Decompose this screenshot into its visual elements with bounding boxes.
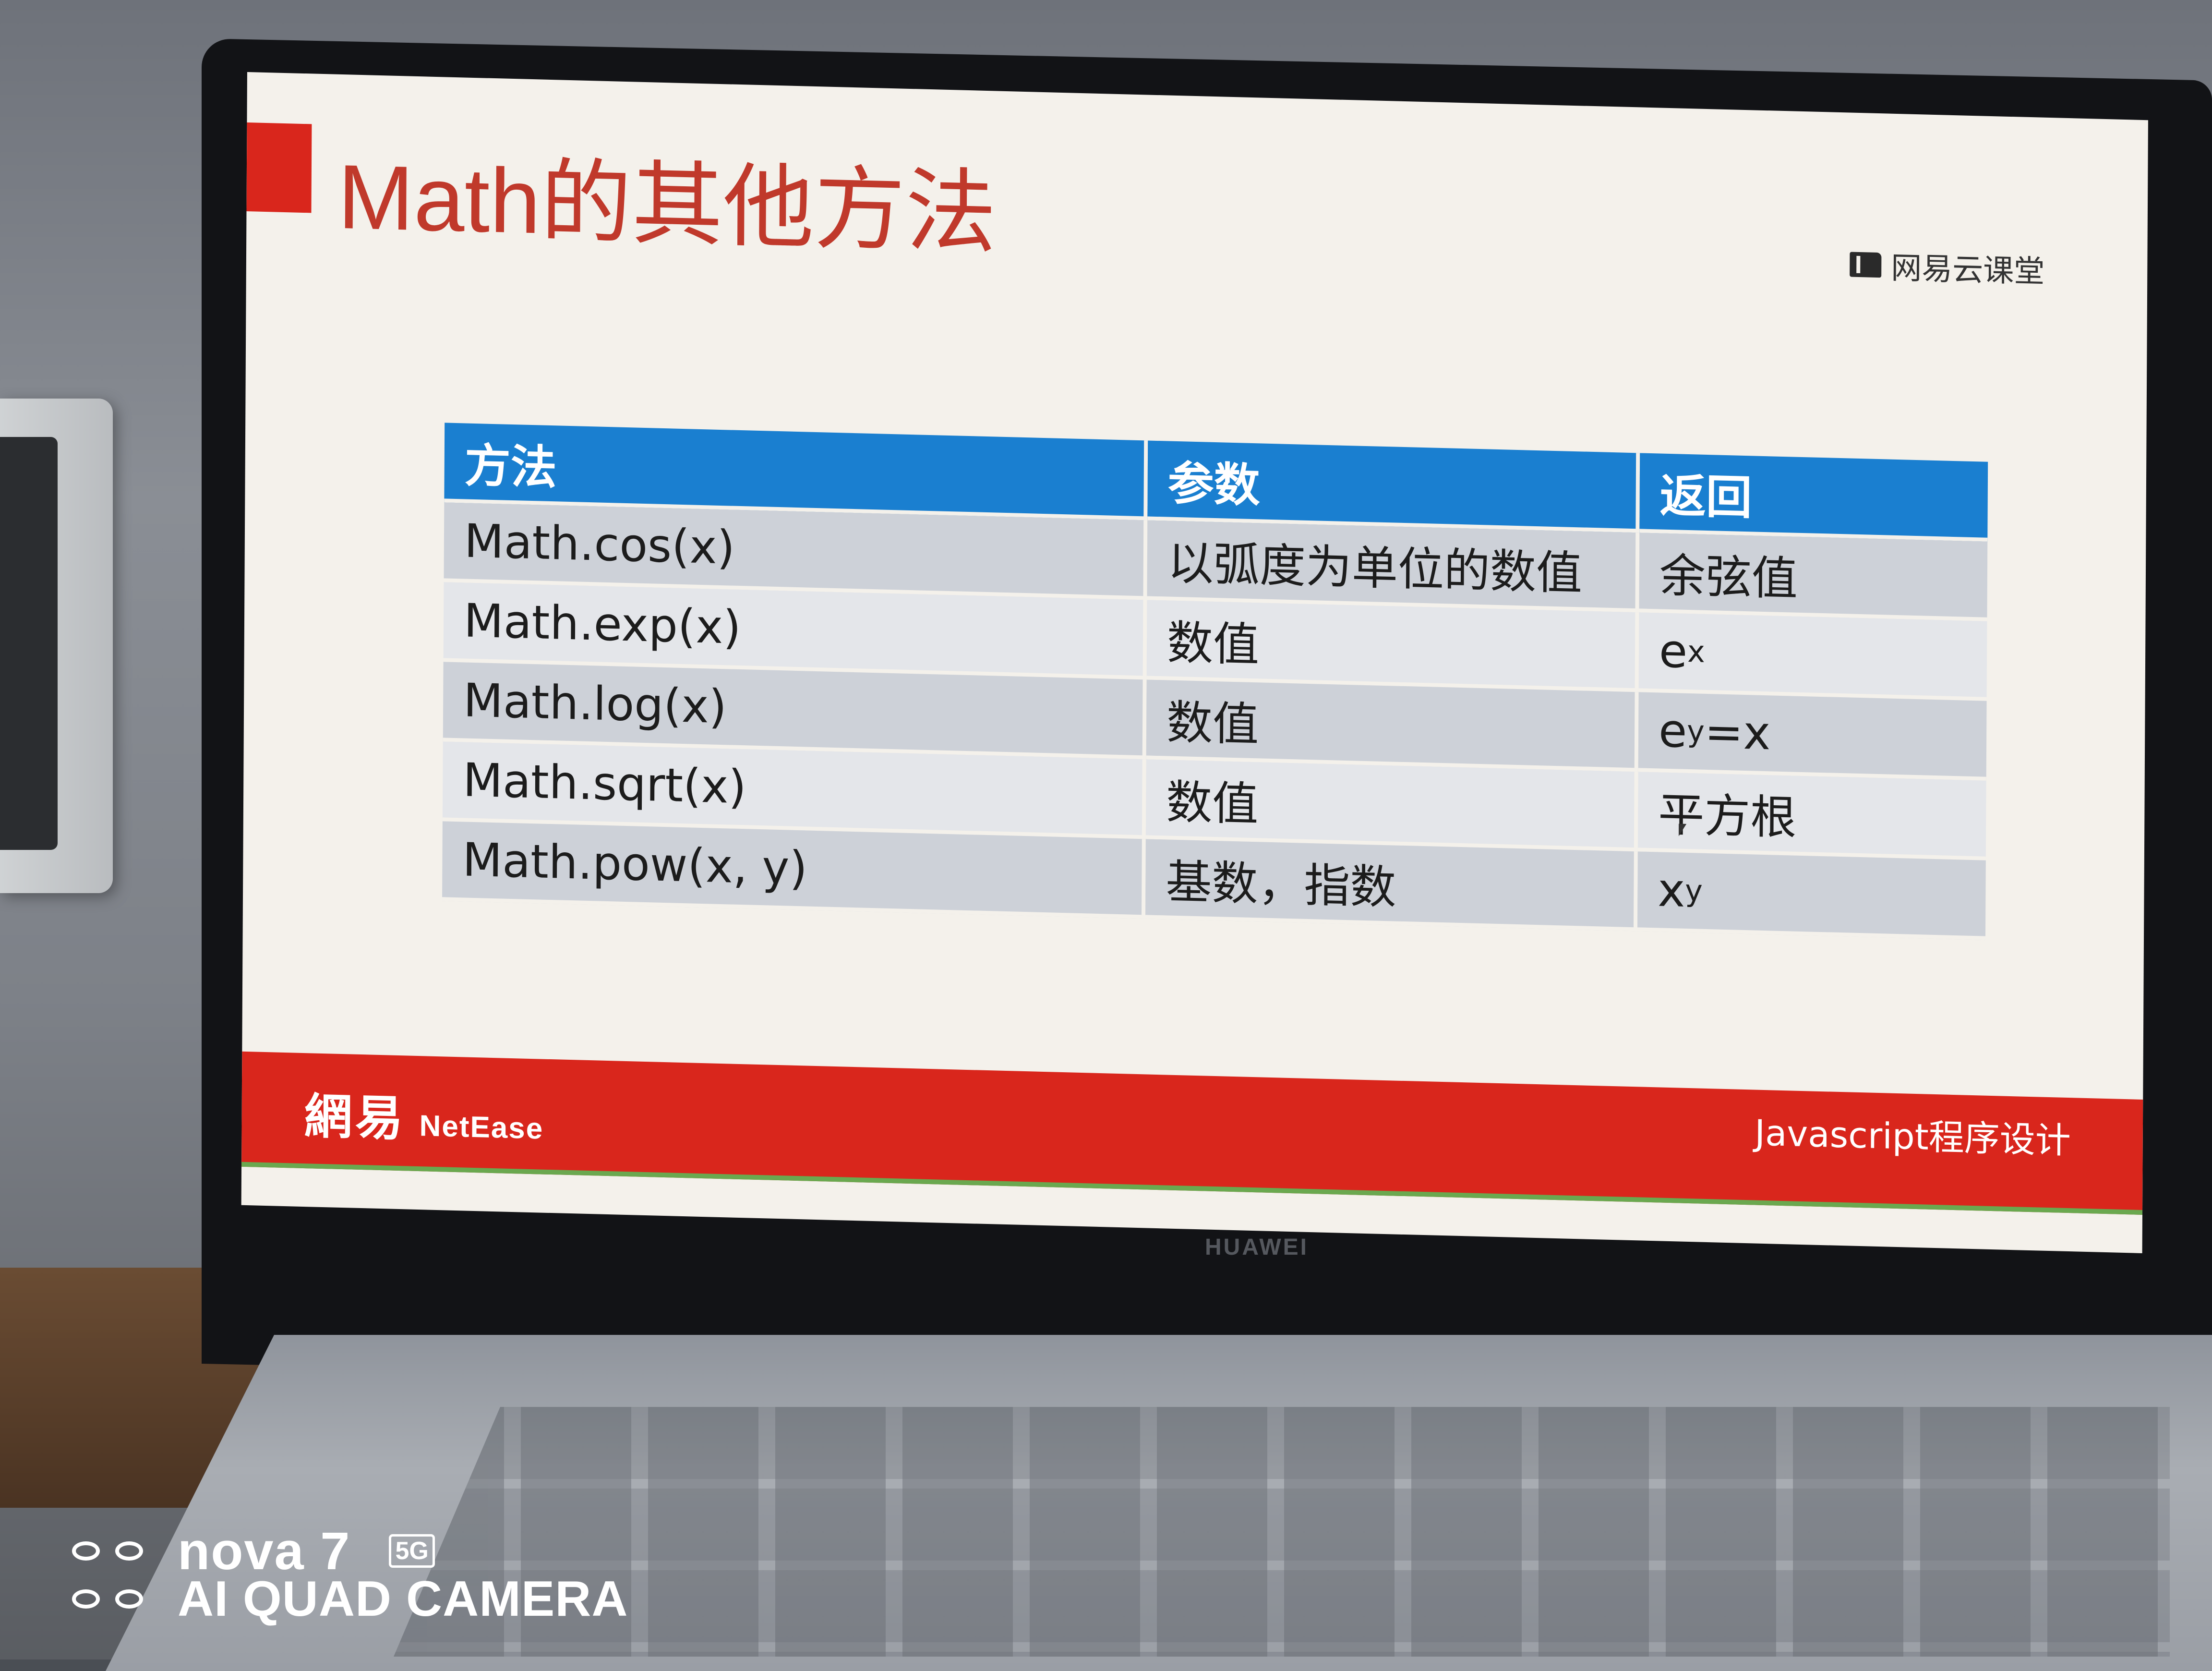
cell-return: ex bbox=[1638, 612, 1987, 701]
return-base: e bbox=[1659, 624, 1688, 678]
course-name: Javascript程序设计 bbox=[1755, 1112, 2071, 1162]
cell-param: 以弧度为单位的数值 bbox=[1147, 520, 1640, 613]
course-logo: 网易云课堂 bbox=[1850, 242, 2044, 291]
cell-param: 基数，指数 bbox=[1145, 839, 1638, 932]
header-return: 返回 bbox=[1639, 453, 1988, 542]
course-logo-text: 网易云课堂 bbox=[1891, 250, 2045, 290]
methods-table: 方法 参数 返回 Math.cos(x) 以弧度为单位的数值 余弦值 Math.… bbox=[442, 423, 1988, 940]
cell-return: xy bbox=[1637, 851, 1986, 940]
cell-return: e y =x bbox=[1638, 692, 1987, 781]
watermark-bottom-row: AI QUAD CAMERA bbox=[72, 1571, 628, 1627]
book-icon bbox=[1850, 252, 1881, 278]
netease-logo-cn: 網易 bbox=[304, 1088, 406, 1147]
camera-label: AI QUAD CAMERA bbox=[178, 1571, 628, 1627]
laptop-brand: HUAWEI bbox=[1205, 1235, 1309, 1260]
netease-logo: 網易 NetEase bbox=[304, 1077, 543, 1153]
cell-return: 平方根 bbox=[1637, 772, 1986, 860]
mouse-cursor-icon bbox=[1679, 823, 1687, 836]
keyboard-keys bbox=[394, 1407, 2170, 1657]
return-base: x bbox=[1658, 863, 1685, 918]
return-base: 余弦值 bbox=[1659, 548, 1798, 606]
camera-watermark: nova 7 5G AI QUAD CAMERA bbox=[72, 1522, 628, 1627]
netease-logo-en: NetEase bbox=[419, 1109, 544, 1146]
wall-switch-panel bbox=[0, 437, 58, 850]
quad-camera-icon bbox=[72, 1541, 149, 1561]
cell-param: 数值 bbox=[1146, 679, 1639, 772]
network-badge: 5G bbox=[389, 1534, 435, 1568]
watermark-top-row: nova 7 5G bbox=[72, 1522, 628, 1581]
cell-param: 数值 bbox=[1146, 600, 1639, 692]
slide-footer-banner: 網易 NetEase Javascript程序设计 bbox=[241, 1051, 2143, 1215]
wall-switch bbox=[0, 399, 113, 893]
laptop-screen: Math的其他方法 网易云课堂 方法 参数 返回 Math.cos(x) 以弧度… bbox=[241, 72, 2148, 1253]
return-base: 平方根 bbox=[1658, 787, 1797, 845]
return-superscript: y bbox=[1687, 713, 1705, 749]
quad-camera-icon-lower bbox=[72, 1589, 149, 1609]
title-accent-bar bbox=[246, 122, 312, 213]
return-tail: =x bbox=[1704, 704, 1771, 761]
return-base: e bbox=[1658, 703, 1687, 758]
header-param: 参数 bbox=[1147, 440, 1640, 533]
slide-title: Math的其他方法 bbox=[337, 145, 997, 265]
cell-param: 数值 bbox=[1145, 759, 1638, 852]
cell-return: 余弦值 bbox=[1639, 533, 1988, 621]
